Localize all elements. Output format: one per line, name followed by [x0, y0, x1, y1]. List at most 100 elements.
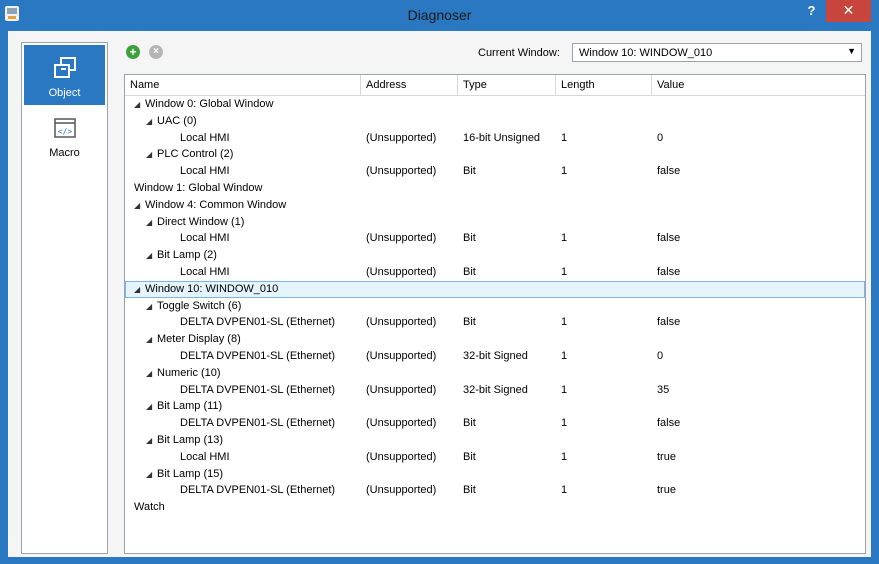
row-value: true: [657, 450, 676, 463]
table-row[interactable]: ◢ Bit Lamp (15): [125, 466, 865, 483]
chevron-down-icon: ▼: [847, 46, 856, 56]
table-row[interactable]: Local HMI (Unsupported) Bit 1 false: [125, 264, 865, 281]
sidebar-item-object[interactable]: Object: [24, 45, 105, 105]
row-type: 32-bit Signed: [463, 349, 528, 362]
add-icon[interactable]: +: [126, 45, 140, 59]
column-header-type[interactable]: Type: [458, 75, 556, 95]
table-row[interactable]: DELTA DVPEN01-SL (Ethernet) (Unsupported)…: [125, 482, 865, 499]
row-value: 35: [657, 383, 670, 396]
table-row[interactable]: ◢ PLC Control (2): [125, 146, 865, 163]
row-name-text: Window 0: Global Window: [145, 98, 274, 110]
table-row[interactable]: ◢ UAC (0): [125, 113, 865, 130]
table-row[interactable]: Window 1: Global Window: [125, 180, 865, 197]
table-row[interactable]: DELTA DVPEN01-SL (Ethernet) (Unsupported)…: [125, 348, 865, 365]
row-name-text: DELTA DVPEN01-SL (Ethernet): [180, 417, 336, 430]
table-row[interactable]: Local HMI (Unsupported) Bit 1 true: [125, 449, 865, 466]
row-name: ◢ Bit Lamp (15): [146, 466, 223, 484]
row-name-text: Bit Lamp (11): [157, 400, 223, 413]
column-header-name[interactable]: Name: [125, 75, 361, 95]
row-name: DELTA DVPEN01-SL (Ethernet): [180, 415, 335, 432]
diagnose-table: Name Address Type Length Value ◢ Window 0…: [124, 74, 866, 554]
row-type: Bit: [463, 265, 476, 278]
row-name-text: Meter Display (8): [157, 333, 241, 346]
table-row[interactable]: Local HMI (Unsupported) Bit 1 false: [125, 230, 865, 247]
row-length: 1: [561, 383, 568, 396]
expand-triangle-icon[interactable]: ◢: [146, 332, 157, 349]
row-name: Local HMI: [180, 449, 230, 466]
row-length: 1: [561, 450, 568, 463]
row-name-text: Watch: [134, 501, 165, 514]
expand-triangle-icon[interactable]: ◢: [146, 215, 157, 232]
row-address: (Unsupported): [366, 265, 437, 278]
table-row[interactable]: ◢ Window 0: Global Window: [125, 96, 865, 113]
row-name: Watch: [134, 499, 165, 516]
table-row[interactable]: DELTA DVPEN01-SL (Ethernet) (Unsupported)…: [125, 382, 865, 399]
table-row[interactable]: ◢ Bit Lamp (2): [125, 247, 865, 264]
expand-triangle-icon[interactable]: ◢: [146, 248, 157, 265]
row-name-text: Bit Lamp (2): [157, 249, 217, 262]
table-row[interactable]: ◢ Bit Lamp (11): [125, 398, 865, 415]
expand-triangle-icon[interactable]: ◢: [146, 147, 157, 164]
row-name-text: DELTA DVPEN01-SL (Ethernet): [180, 316, 336, 329]
row-name: ◢ PLC Control (2): [146, 146, 233, 164]
expand-triangle-icon[interactable]: ◢: [134, 282, 145, 299]
table-row[interactable]: ◢ Window 10: WINDOW_010: [125, 280, 865, 299]
sidebar-item-macro[interactable]: </> Macro: [24, 105, 105, 165]
row-name: Window 1: Global Window: [134, 180, 262, 197]
row-name-text: Local HMI: [180, 265, 230, 278]
title-bar[interactable]: Diagnoser ? ✕: [0, 0, 879, 30]
row-length: 1: [561, 165, 568, 178]
table-row[interactable]: ◢ Bit Lamp (13): [125, 432, 865, 449]
table-row[interactable]: ◢ Toggle Switch (6): [125, 298, 865, 315]
expand-triangle-icon[interactable]: ◢: [146, 433, 157, 450]
row-type: Bit: [463, 316, 476, 329]
row-value: false: [657, 417, 681, 430]
delete-icon[interactable]: ×: [149, 45, 163, 59]
table-row[interactable]: DELTA DVPEN01-SL (Ethernet) (Unsupported)…: [125, 415, 865, 432]
table-row[interactable]: Local HMI (Unsupported) Bit 1 false: [125, 163, 865, 180]
expand-triangle-icon[interactable]: ◢: [146, 399, 157, 416]
column-header-length[interactable]: Length: [556, 75, 652, 95]
row-name: ◢ Direct Window (1): [146, 214, 244, 232]
table-row[interactable]: Watch: [125, 499, 865, 516]
row-name: ◢ UAC (0): [146, 113, 197, 131]
table-row[interactable]: ◢ Meter Display (8): [125, 331, 865, 348]
row-name-text: Direct Window (1): [157, 215, 245, 228]
row-value: false: [657, 232, 681, 245]
row-name: Local HMI: [180, 230, 230, 247]
row-value: 0: [657, 131, 664, 144]
row-type: 16-bit Unsigned: [463, 131, 541, 144]
expand-triangle-icon[interactable]: ◢: [146, 299, 157, 316]
row-value: true: [657, 484, 676, 497]
table-row[interactable]: ◢ Direct Window (1): [125, 214, 865, 231]
table-row[interactable]: Local HMI (Unsupported) 16-bit Unsigned 1 0: [125, 130, 865, 147]
row-type: Bit: [463, 165, 476, 178]
current-window-select[interactable]: Window 10: WINDOW_010 ▼: [572, 43, 862, 62]
row-name: ◢ Window 10: WINDOW_010: [134, 281, 278, 299]
row-name: DELTA DVPEN01-SL (Ethernet): [180, 314, 335, 331]
table-row[interactable]: ◢ Numeric (10): [125, 365, 865, 382]
help-button[interactable]: ?: [797, 0, 826, 22]
table-header: Name Address Type Length Value: [125, 75, 865, 96]
expand-triangle-icon[interactable]: ◢: [134, 198, 145, 215]
row-name-text: Numeric (10): [157, 366, 221, 379]
expand-triangle-icon[interactable]: ◢: [146, 114, 157, 131]
column-header-address[interactable]: Address: [361, 75, 458, 95]
row-name: DELTA DVPEN01-SL (Ethernet): [180, 348, 335, 365]
row-length: 1: [561, 232, 568, 245]
table-row[interactable]: ◢ Window 4: Common Window: [125, 197, 865, 214]
row-name-text: Local HMI: [180, 131, 230, 144]
expand-triangle-icon[interactable]: ◢: [146, 366, 157, 383]
row-value: 0: [657, 349, 664, 362]
expand-triangle-icon[interactable]: ◢: [134, 97, 145, 114]
row-name: ◢ Bit Lamp (13): [146, 432, 223, 450]
row-type: 32-bit Signed: [463, 383, 528, 396]
close-button[interactable]: ✕: [826, 0, 871, 22]
sidebar: Object </> Macro: [21, 42, 108, 554]
row-value: false: [657, 265, 681, 278]
column-header-value[interactable]: Value: [652, 75, 865, 95]
row-name: Local HMI: [180, 264, 230, 281]
table-row[interactable]: DELTA DVPEN01-SL (Ethernet) (Unsupported)…: [125, 314, 865, 331]
row-name-text: Window 1: Global Window: [134, 181, 263, 194]
expand-triangle-icon[interactable]: ◢: [146, 467, 157, 484]
